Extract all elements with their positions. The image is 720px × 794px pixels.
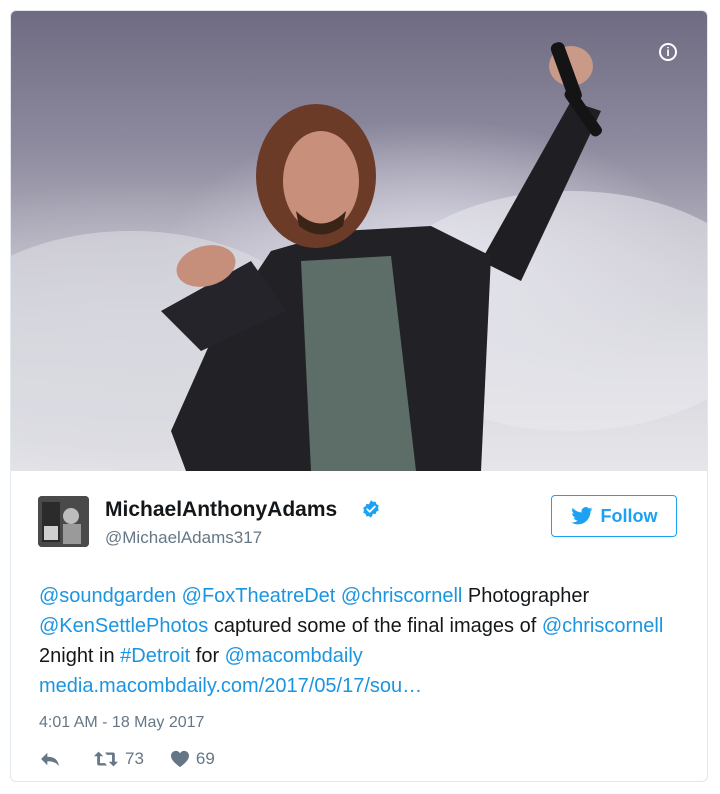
avatar[interactable] xyxy=(38,496,89,547)
tweet-text-segment: captured some of the final images of xyxy=(208,615,542,637)
tweet-text-segment: for xyxy=(190,645,225,667)
follow-button[interactable]: Follow xyxy=(551,495,677,537)
mention-link[interactable]: @macombdaily xyxy=(225,645,363,667)
tweet-body: MichaelAnthonyAdams @MichaelAdams317 Fol… xyxy=(11,471,707,781)
hashtag-link[interactable]: #Detroit xyxy=(120,645,190,667)
retweet-action[interactable]: 73 xyxy=(93,749,144,769)
info-icon[interactable]: i xyxy=(659,43,677,61)
tweet-actions: 73 69 xyxy=(39,745,215,773)
author-handle[interactable]: @MichaelAdams317 xyxy=(105,528,262,548)
retweet-count: 73 xyxy=(125,749,144,768)
like-action[interactable]: 69 xyxy=(170,749,215,769)
tweet-text-segment: 2night in xyxy=(39,645,121,667)
mention-link[interactable]: @soundgarden xyxy=(39,585,176,607)
reply-icon[interactable] xyxy=(39,751,61,767)
tweet-photo[interactable]: i xyxy=(11,11,707,471)
tweet-text: @soundgarden @FoxTheatreDet @chriscornel… xyxy=(39,581,689,701)
url-link[interactable]: media.macombdaily.com/2017/05/17/sou… xyxy=(39,675,422,697)
mention-link[interactable]: @chriscornell xyxy=(341,585,462,607)
retweet-icon xyxy=(93,751,119,767)
concert-performer-image xyxy=(11,42,707,471)
follow-label: Follow xyxy=(600,505,658,526)
tweet-text-segment: Photographer xyxy=(462,585,590,607)
twitter-bird-icon xyxy=(570,507,592,525)
like-count: 69 xyxy=(195,749,215,768)
mention-link[interactable]: @KenSettlePhotos xyxy=(39,615,208,637)
heart-icon xyxy=(170,750,189,768)
author-display-name[interactable]: MichaelAnthonyAdams xyxy=(105,498,337,522)
tweet-timestamp[interactable]: 4:01 AM - 18 May 2017 xyxy=(39,714,204,732)
mention-link[interactable]: @FoxTheatreDet xyxy=(182,585,336,607)
verified-badge-icon xyxy=(363,500,379,518)
embedded-tweet-card: i MichaelAnthonyAdams @MichaelAdams317 F… xyxy=(10,10,708,782)
mention-link[interactable]: @chriscornell xyxy=(542,615,663,637)
